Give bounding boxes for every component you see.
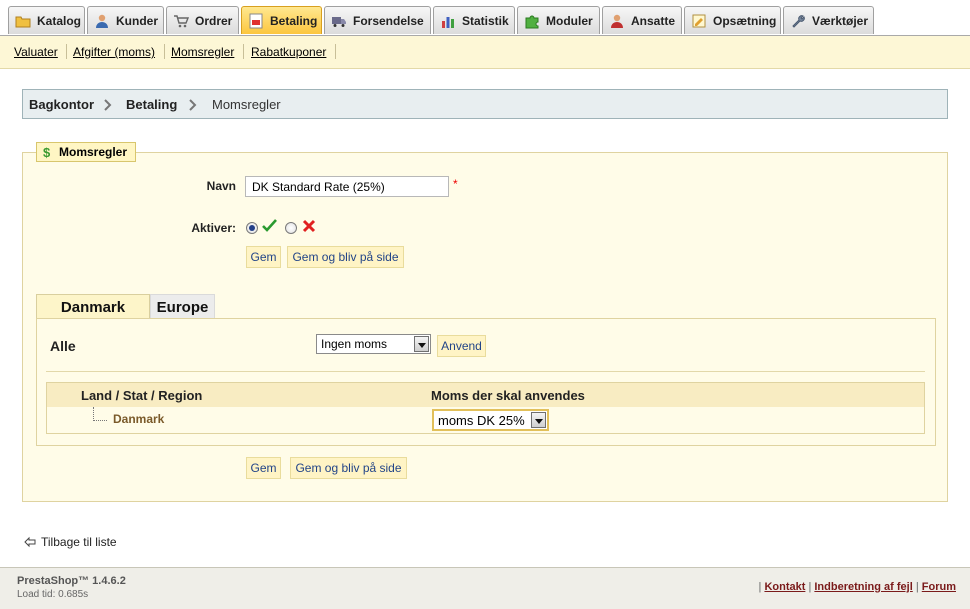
chevron-right-icon: [189, 99, 197, 111]
tab-label: Moduler: [546, 13, 593, 28]
tab-opsaetning[interactable]: Opsætning: [684, 6, 781, 34]
tab-europe[interactable]: Europe: [150, 294, 215, 319]
cross-icon: [302, 219, 316, 233]
check-icon: [262, 219, 277, 232]
subnav-divider: [66, 44, 67, 59]
active-yes-radio[interactable]: [246, 222, 258, 234]
tab-label: Statistik: [462, 13, 509, 28]
divider: [46, 371, 925, 372]
save-stay-button-bottom[interactable]: Gem og bliv på side: [290, 457, 407, 479]
breadcrumb-section[interactable]: Betaling: [126, 97, 177, 112]
tab-statistik[interactable]: Statistik: [433, 6, 515, 34]
tab-label: Opsætning: [713, 13, 777, 28]
active-no-radio[interactable]: [285, 222, 297, 234]
apply-button[interactable]: Anvend: [437, 335, 486, 357]
name-label: Navn: [206, 179, 236, 193]
tab-ordrer[interactable]: Ordrer: [166, 6, 239, 34]
tab-moduler[interactable]: Moduler: [517, 6, 600, 34]
name-input[interactable]: [245, 176, 449, 197]
cart-icon: [174, 14, 189, 27]
settings-icon: [692, 14, 706, 27]
select-value: Ingen moms: [321, 337, 388, 351]
column-tax: Moms der skal anvendes: [431, 388, 585, 403]
wrench-icon: [792, 14, 805, 28]
contact-link[interactable]: Kontakt: [764, 581, 805, 593]
chevron-down-icon: [531, 412, 546, 428]
tab-label: Betaling: [270, 13, 318, 28]
chevron-right-icon: [104, 99, 112, 111]
zone-table: Land / Stat / Region Moms der skal anven…: [46, 382, 925, 434]
svg-text:$: $: [43, 145, 51, 159]
tab-betaling[interactable]: Betaling: [241, 6, 322, 34]
tab-vaerktoejer[interactable]: Værktøjer: [783, 6, 874, 34]
payment-icon: [249, 13, 263, 28]
tree-connector: [93, 407, 107, 421]
tab-label: Kunder: [116, 13, 158, 28]
load-time: Load tid: 0.685s: [17, 589, 89, 600]
tab-label: Ordrer: [195, 13, 233, 28]
sub-navigation: Valuater Afgifter (moms) Momsregler Raba…: [0, 36, 970, 69]
table-header: Land / Stat / Region Moms der skal anven…: [47, 383, 924, 407]
fieldset-legend: $ Momsregler: [36, 142, 137, 162]
all-tax-select[interactable]: Ingen moms: [316, 334, 431, 354]
user-icon: [96, 14, 108, 28]
folder-icon: [15, 16, 31, 27]
footer: PrestaShop™ 1.4.6.2 Load tid: 0.685s | K…: [0, 567, 970, 609]
save-button[interactable]: Gem: [246, 246, 281, 268]
country-tax-select[interactable]: moms DK 25%: [432, 409, 549, 431]
breadcrumb: Bagkontor Betaling Momsregler: [22, 89, 948, 119]
footer-links: | Kontakt | Indberetning af fejl | Forum: [758, 581, 956, 593]
arrow-left-icon: [24, 536, 36, 548]
country-name: Danmark: [113, 412, 165, 426]
save-button-bottom[interactable]: Gem: [246, 457, 281, 479]
bug-report-link[interactable]: Indberetning af fejl: [814, 581, 912, 593]
chart-icon: [442, 16, 454, 28]
employee-icon: [611, 14, 623, 28]
main-tab-bar: Katalog Kunder Ordrer Betaling Forsendel…: [0, 0, 970, 36]
subnav-valuater[interactable]: Valuater: [14, 45, 58, 59]
dollar-icon: $: [43, 145, 51, 159]
save-stay-button[interactable]: Gem og bliv på side: [287, 246, 404, 268]
tab-forsendelse[interactable]: Forsendelse: [324, 6, 431, 34]
breadcrumb-current: Momsregler: [212, 97, 281, 112]
legend-title: Momsregler: [59, 145, 128, 159]
version-text: PrestaShop™ 1.4.6.2: [17, 575, 126, 587]
tab-label: Værktøjer: [812, 13, 869, 28]
table-row: Danmark moms DK 25%: [47, 407, 924, 433]
tab-label: Katalog: [37, 13, 82, 28]
chevron-down-icon: [414, 336, 429, 352]
subnav-divider: [335, 44, 336, 59]
subnav-divider: [243, 44, 244, 59]
back-to-list-link[interactable]: Tilbage til liste: [24, 535, 117, 549]
subnav-divider: [164, 44, 165, 59]
tab-ansatte[interactable]: Ansatte: [602, 6, 682, 34]
tab-danmark[interactable]: Danmark: [36, 294, 150, 319]
tab-kunder[interactable]: Kunder: [87, 6, 164, 34]
truck-icon: [332, 16, 346, 27]
back-label: Tilbage til liste: [41, 535, 117, 549]
column-region: Land / Stat / Region: [81, 388, 203, 403]
subnav-momsregler[interactable]: Momsregler: [171, 45, 234, 59]
forum-link[interactable]: Forum: [922, 581, 956, 593]
tab-label: Ansatte: [631, 13, 676, 28]
breadcrumb-root[interactable]: Bagkontor: [29, 97, 94, 112]
all-label: Alle: [50, 338, 76, 354]
select-value: moms DK 25%: [438, 412, 525, 428]
puzzle-icon: [525, 15, 539, 28]
tab-label: Forsendelse: [353, 13, 424, 28]
active-label: Aktiver:: [191, 221, 236, 235]
subnav-afgifter[interactable]: Afgifter (moms): [73, 45, 155, 59]
tab-katalog[interactable]: Katalog: [8, 6, 85, 34]
required-mark: *: [453, 177, 458, 191]
subnav-rabatkuponer[interactable]: Rabatkuponer: [251, 45, 326, 59]
